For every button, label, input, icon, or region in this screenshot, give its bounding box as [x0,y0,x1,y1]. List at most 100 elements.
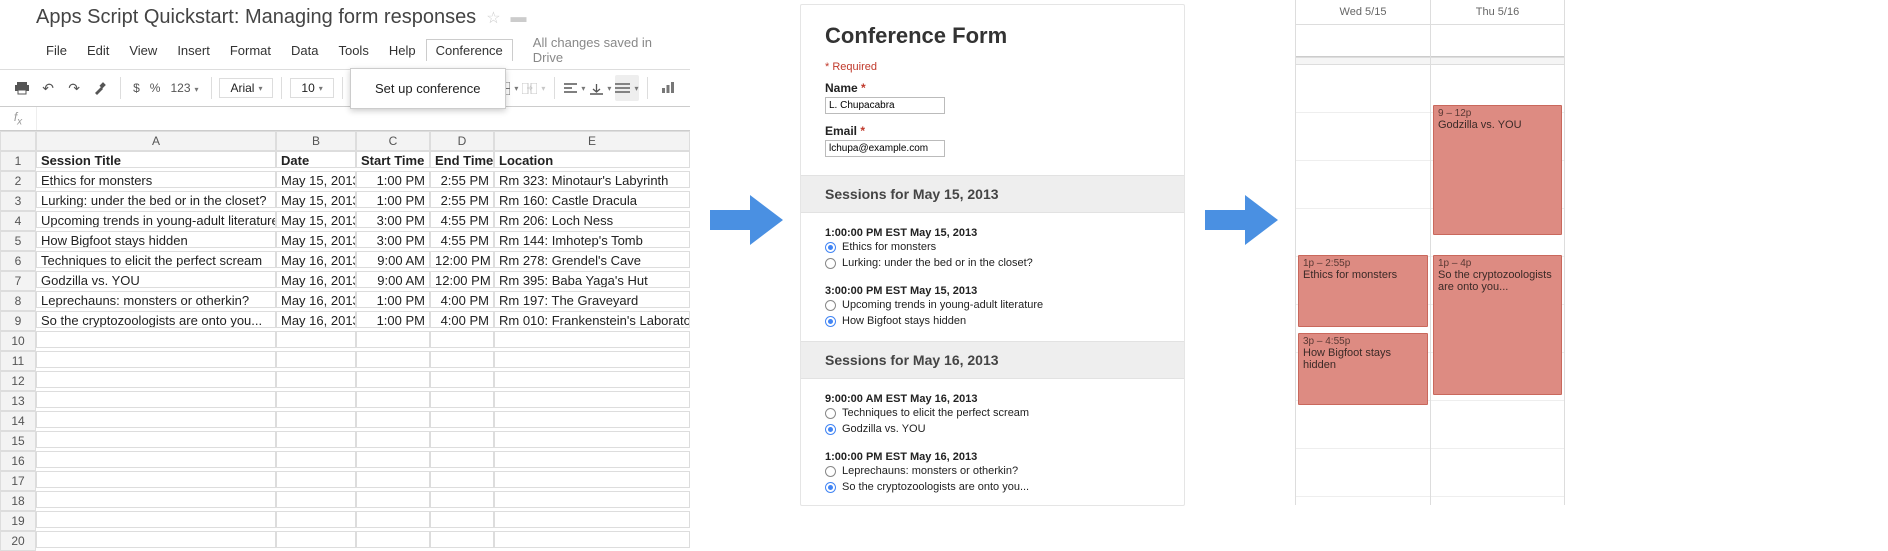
col-header[interactable]: B [276,131,356,151]
row-header[interactable]: 15 [0,431,36,451]
header-cell[interactable]: Location [494,151,690,168]
empty-cell[interactable] [276,391,356,408]
corner-cell[interactable] [0,131,36,151]
data-cell[interactable]: 2:55 PM [430,171,494,188]
header-cell[interactable]: Start Time [356,151,430,168]
empty-cell[interactable] [494,471,690,488]
radio-icon[interactable] [825,258,836,269]
menu-conference[interactable]: Conference [426,39,513,61]
empty-cell[interactable] [36,471,276,488]
empty-cell[interactable] [276,431,356,448]
radio-option[interactable]: Upcoming trends in young-adult literatur… [801,297,1184,313]
row-header[interactable]: 11 [0,351,36,371]
wrap-icon[interactable] [615,75,639,101]
data-cell[interactable]: May 15, 2013 [276,171,356,188]
row-header[interactable]: 16 [0,451,36,471]
row-header[interactable]: 1 [0,151,36,171]
data-cell[interactable]: May 16, 2013 [276,251,356,268]
menu-file[interactable]: File [36,39,77,62]
data-cell[interactable]: 1:00 PM [356,171,430,188]
col-header[interactable]: C [356,131,430,151]
row-header[interactable]: 4 [0,211,36,231]
data-cell[interactable]: May 16, 2013 [276,291,356,308]
data-cell[interactable]: How Bigfoot stays hidden [36,231,276,248]
empty-cell[interactable] [494,451,690,468]
data-cell[interactable]: Rm 010: Frankenstein's Laboratory [494,311,690,328]
data-cell[interactable]: Rm 197: The Graveyard [494,291,690,308]
calendar-event[interactable]: 3p – 4:55pHow Bigfoot stays hidden [1298,333,1428,405]
data-cell[interactable]: 9:00 AM [356,251,430,268]
data-cell[interactable]: Lurking: under the bed or in the closet? [36,191,276,208]
font-size-picker[interactable]: 10 [290,78,333,98]
menu-format[interactable]: Format [220,39,281,62]
radio-icon[interactable] [825,482,836,493]
calendar-event[interactable]: 1p – 4pSo the cryptozoologists are onto … [1433,255,1562,395]
radio-option[interactable]: Techniques to elicit the perfect scream [801,405,1184,421]
radio-icon[interactable] [825,300,836,311]
calendar-event[interactable]: 1p – 2:55pEthics for monsters [1298,255,1428,327]
radio-option[interactable]: So the cryptozoologists are onto you... [801,479,1184,495]
data-cell[interactable]: 4:55 PM [430,211,494,228]
col-header[interactable]: D [430,131,494,151]
formula-input[interactable] [36,107,690,130]
data-cell[interactable]: 1:00 PM [356,311,430,328]
radio-option[interactable]: Lurking: under the bed or in the closet? [801,255,1184,271]
merge-icon[interactable] [522,75,546,101]
empty-cell[interactable] [430,471,494,488]
day-label[interactable]: Wed 5/15 [1296,0,1430,25]
data-cell[interactable]: 4:00 PM [430,311,494,328]
empty-cell[interactable] [430,331,494,348]
radio-option[interactable]: Godzilla vs. YOU [801,421,1184,437]
data-cell[interactable]: May 15, 2013 [276,191,356,208]
radio-icon[interactable] [825,316,836,327]
empty-cell[interactable] [430,371,494,388]
row-header[interactable]: 20 [0,531,36,551]
data-cell[interactable]: 2:55 PM [430,191,494,208]
setup-conference-item[interactable]: Set up conference [351,73,505,104]
font-picker[interactable]: Arial [219,78,273,98]
empty-cell[interactable] [430,351,494,368]
empty-cell[interactable] [430,511,494,528]
data-cell[interactable]: Techniques to elicit the perfect scream [36,251,276,268]
radio-icon[interactable] [825,408,836,419]
name-input[interactable] [825,97,945,114]
data-cell[interactable]: Ethics for monsters [36,171,276,188]
empty-cell[interactable] [36,431,276,448]
folder-icon[interactable]: ▬ [511,9,527,27]
empty-cell[interactable] [356,511,430,528]
hour-grid[interactable]: 9 – 12pGodzilla vs. YOU1p – 4pSo the cry… [1431,65,1564,505]
empty-cell[interactable] [276,351,356,368]
data-cell[interactable]: So the cryptozoologists are onto you... [36,311,276,328]
row-header[interactable]: 8 [0,291,36,311]
empty-cell[interactable] [494,371,690,388]
radio-icon[interactable] [825,424,836,435]
data-cell[interactable]: May 16, 2013 [276,271,356,288]
empty-cell[interactable] [356,491,430,508]
empty-cell[interactable] [356,451,430,468]
data-cell[interactable]: 1:00 PM [356,291,430,308]
data-cell[interactable]: 4:55 PM [430,231,494,248]
empty-cell[interactable] [430,451,494,468]
radio-option[interactable]: Leprechauns: monsters or otherkin? [801,463,1184,479]
empty-cell[interactable] [356,471,430,488]
doc-title[interactable]: Apps Script Quickstart: Managing form re… [36,6,476,29]
data-cell[interactable]: 12:00 PM [430,271,494,288]
row-header[interactable]: 5 [0,231,36,251]
empty-cell[interactable] [276,451,356,468]
menu-view[interactable]: View [119,39,167,62]
menu-edit[interactable]: Edit [77,39,119,62]
col-header[interactable]: E [494,131,690,151]
empty-cell[interactable] [430,491,494,508]
empty-cell[interactable] [430,411,494,428]
empty-cell[interactable] [430,391,494,408]
empty-cell[interactable] [276,331,356,348]
header-cell[interactable]: Session Title [36,151,276,168]
empty-cell[interactable] [356,431,430,448]
row-header[interactable]: 6 [0,251,36,271]
empty-cell[interactable] [36,451,276,468]
radio-icon[interactable] [825,466,836,477]
data-cell[interactable]: Rm 395: Baba Yaga's Hut [494,271,690,288]
currency-format[interactable]: $ [129,81,144,95]
empty-cell[interactable] [356,391,430,408]
empty-cell[interactable] [276,491,356,508]
